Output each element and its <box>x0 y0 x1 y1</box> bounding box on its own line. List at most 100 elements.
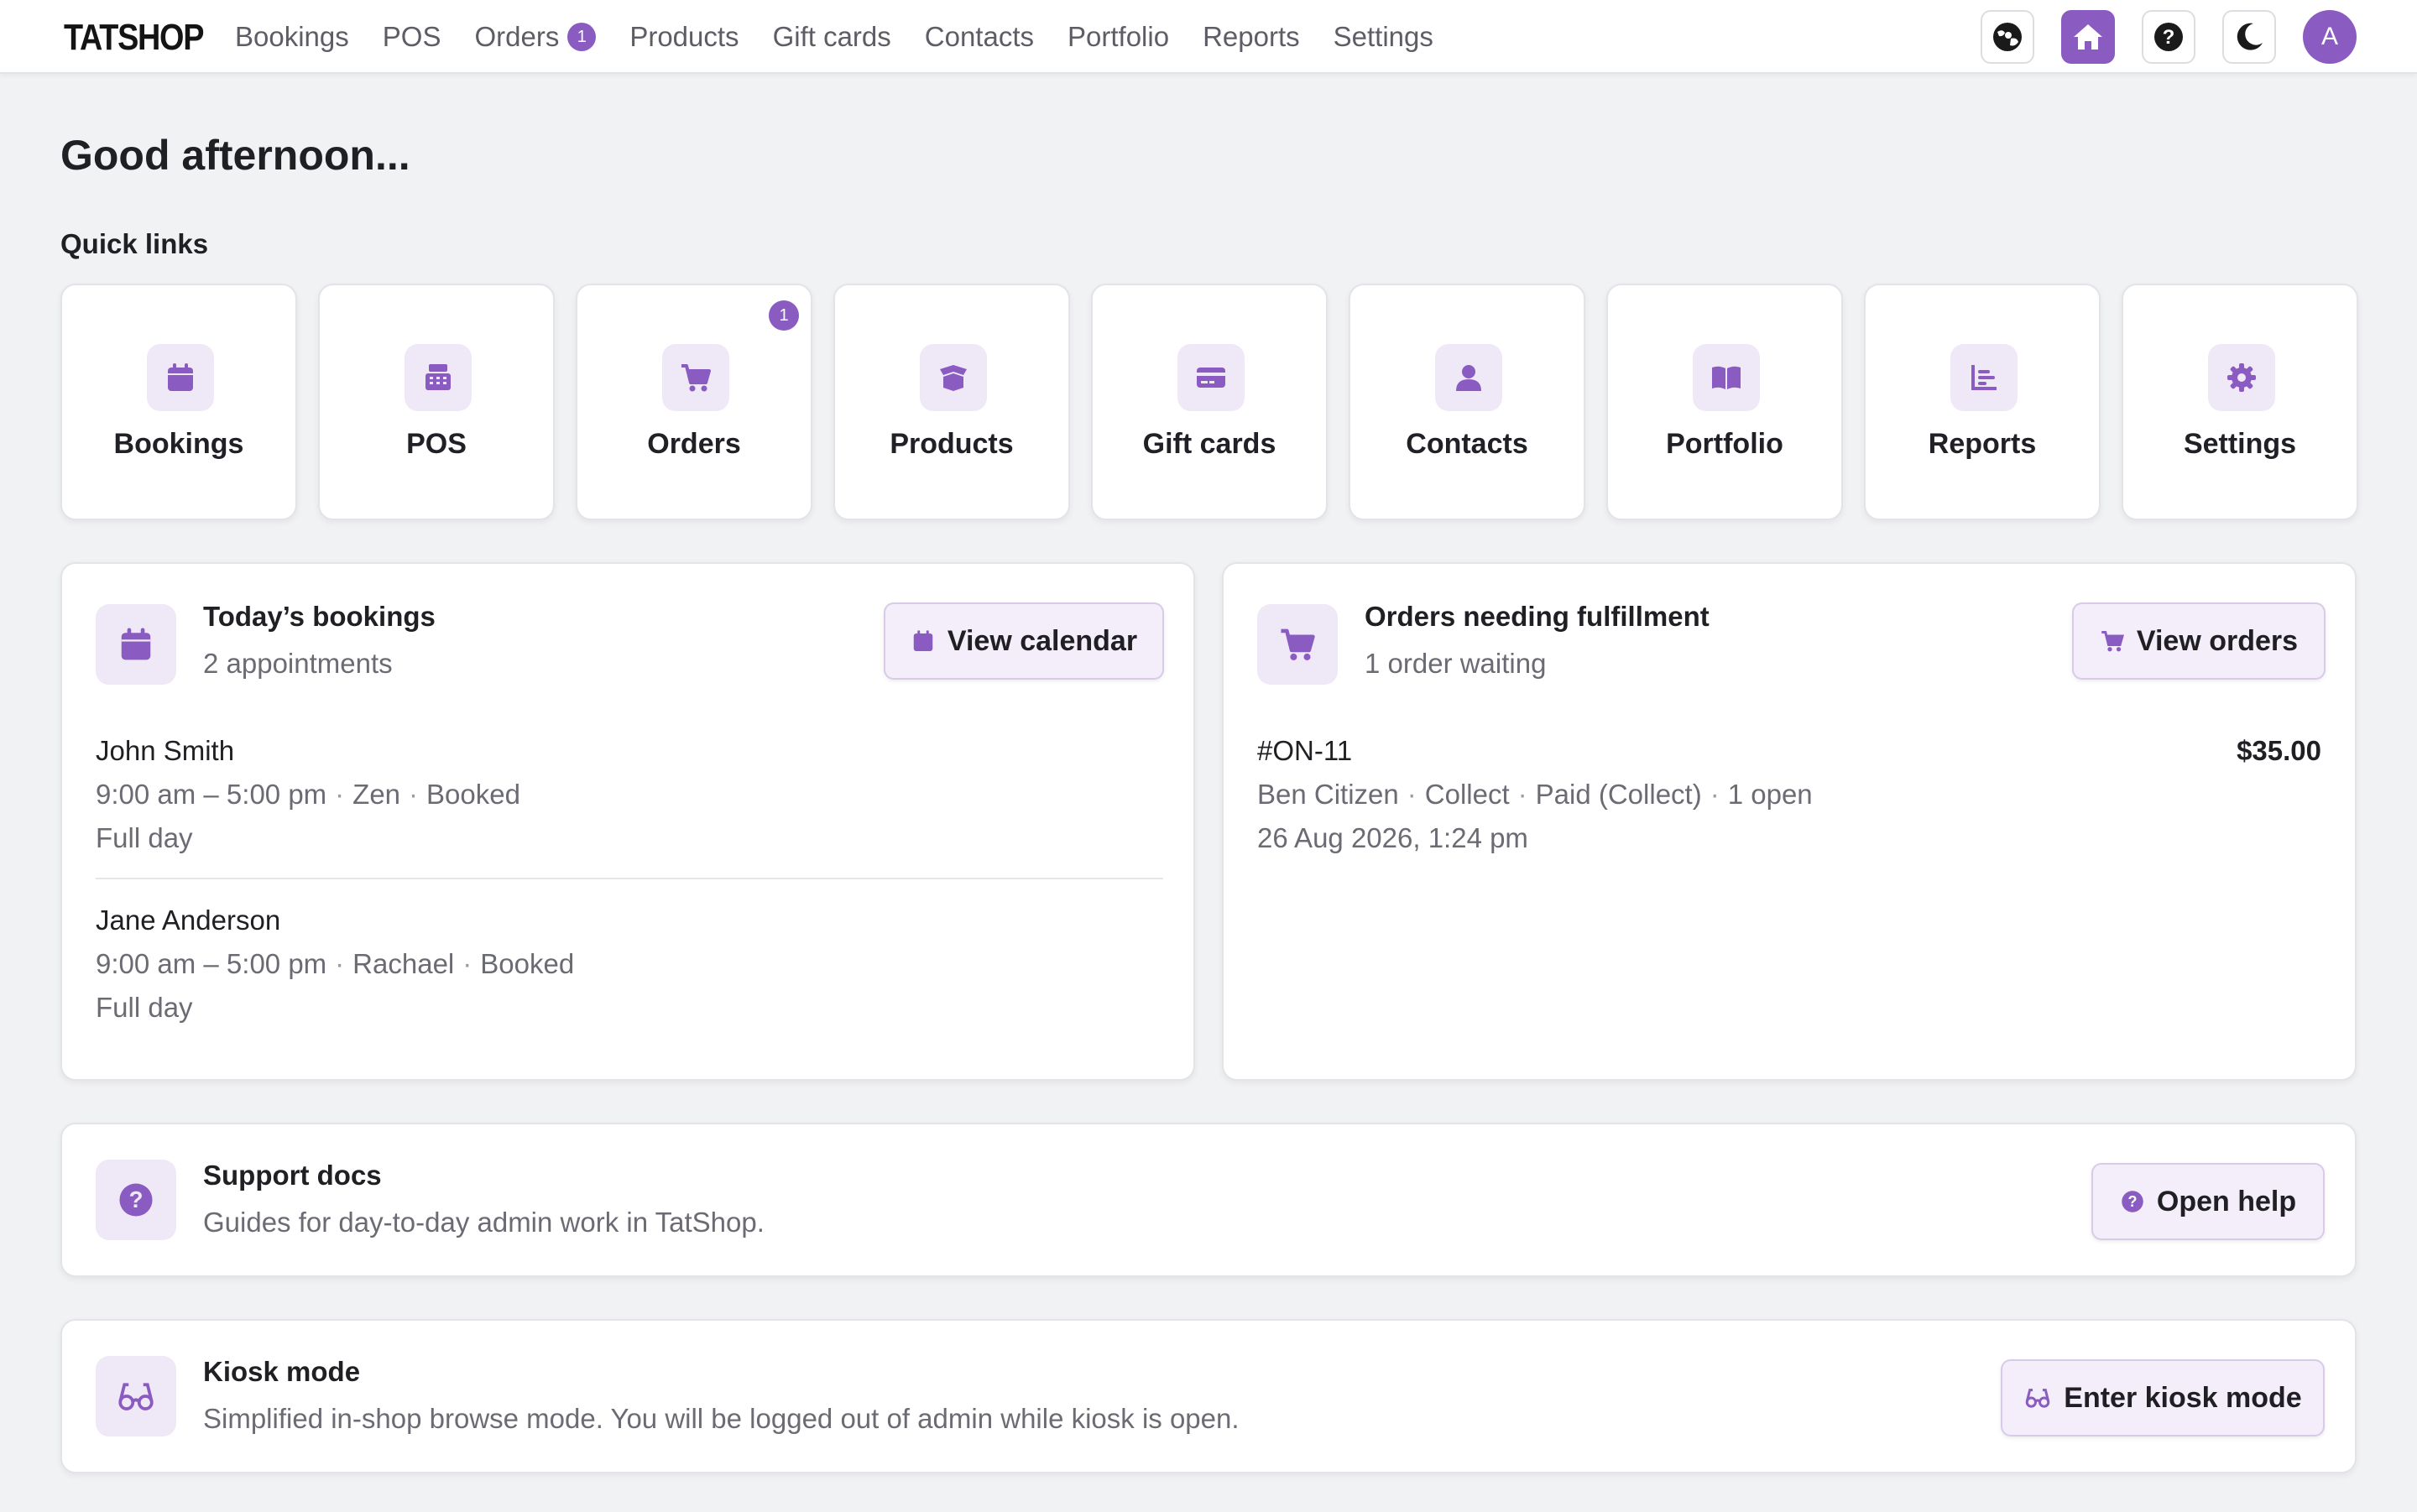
booking-duration: Full day <box>96 822 193 853</box>
quick-link-label: Portfolio <box>1666 428 1783 460</box>
card-title: Today’s bookings <box>203 601 436 632</box>
home-button[interactable] <box>2061 10 2115 64</box>
glasses-icon <box>2026 1389 2050 1408</box>
calendar-icon <box>96 604 176 685</box>
nav-item-label: Gift cards <box>772 21 891 52</box>
orders-count-badge: 1 <box>769 300 799 331</box>
quick-link-reports[interactable]: Reports <box>1864 284 2101 520</box>
button-label: Enter kiosk mode <box>2064 1381 2302 1414</box>
booking-customer-name[interactable]: John Smith <box>96 735 234 767</box>
moon-icon <box>2237 23 2263 50</box>
help-icon: ? <box>2122 1191 2143 1212</box>
svg-text:?: ? <box>129 1186 144 1212</box>
quick-link-gift-cards[interactable]: Gift cards <box>1091 284 1328 520</box>
help-icon: ? <box>2154 23 2183 51</box>
order-method: Collect <box>1424 779 1510 810</box>
quick-link-label: Contacts <box>1406 428 1528 460</box>
quick-link-label: Orders <box>647 428 741 460</box>
nav-item-gift-cards[interactable]: Gift cards <box>773 21 891 53</box>
calendar-icon <box>913 630 933 651</box>
nav-item-contacts[interactable]: Contacts <box>925 21 1034 53</box>
booking-staff: Zen <box>352 779 401 810</box>
brand-logo[interactable]: TATSHOP <box>64 17 204 59</box>
quick-link-label: Reports <box>1928 428 2037 460</box>
nav-item-bookings[interactable]: Bookings <box>235 21 349 53</box>
calendar-icon <box>147 344 214 411</box>
nav-item-label: Bookings <box>235 21 349 52</box>
order-details: Ben Citizen · Collect · Paid (Collect) · 1 ope… <box>1257 779 1813 810</box>
view-calendar-button[interactable]: View calendar <box>884 602 1164 680</box>
nav-item-label: Settings <box>1333 21 1433 52</box>
nav-item-products[interactable]: Products <box>629 21 739 53</box>
view-orders-button[interactable]: View orders <box>2072 602 2326 680</box>
order-date: 26 Aug 2026, 1:24 pm <box>1257 822 1528 853</box>
bar-chart-icon <box>1950 344 2018 411</box>
booking-status: Booked <box>426 779 520 810</box>
todays-bookings-card: Today’s bookings 2 appointments View cal… <box>60 562 1195 1081</box>
orders-count-badge: 1 <box>567 23 597 51</box>
svg-text:?: ? <box>2127 1193 2137 1210</box>
divider <box>96 878 1163 879</box>
card-subtitle: 2 appointments <box>203 648 393 679</box>
nav-item-label: Products <box>629 21 739 52</box>
quick-link-settings[interactable]: Settings <box>2122 284 2358 520</box>
quick-link-pos[interactable]: POS <box>318 284 555 520</box>
order-payment-status: Paid (Collect) <box>1535 779 1702 810</box>
gear-icon <box>2208 344 2275 411</box>
quick-link-label: Gift cards <box>1142 428 1276 460</box>
dark-mode-toggle[interactable] <box>2222 10 2276 64</box>
home-icon <box>2074 24 2102 50</box>
card-subtitle: Guides for day-to-day admin work in TatS… <box>203 1207 765 1238</box>
globe-user-icon <box>1993 23 2022 51</box>
booking-customer-name[interactable]: Jane Anderson <box>96 905 280 936</box>
card-subtitle: 1 order waiting <box>1365 648 1547 679</box>
quick-link-products[interactable]: Products <box>833 284 1070 520</box>
quick-link-orders[interactable]: 1 Orders <box>576 284 812 520</box>
order-number[interactable]: #ON-11 <box>1257 735 1352 767</box>
button-label: View orders <box>2136 624 2299 657</box>
quick-link-label: Bookings <box>113 428 244 460</box>
card-title: Kiosk mode <box>203 1356 361 1387</box>
booking-time: 9:00 am – 5:00 pm <box>96 779 327 810</box>
quick-link-bookings[interactable]: Bookings <box>60 284 297 520</box>
nav-item-label: Reports <box>1203 21 1300 52</box>
booking-details: 9:00 am – 5:00 pm · Zen · Booked <box>96 779 520 810</box>
open-help-button[interactable]: ? Open help <box>2091 1163 2325 1240</box>
globe-user-button[interactable] <box>1981 10 2034 64</box>
user-avatar[interactable]: A <box>2303 10 2357 64</box>
svg-text:?: ? <box>2163 26 2175 49</box>
kiosk-mode-card: Kiosk mode Simplified in-shop browse mod… <box>60 1319 2357 1473</box>
enter-kiosk-mode-button[interactable]: Enter kiosk mode <box>2001 1359 2325 1436</box>
quick-links-heading: Quick links <box>60 228 209 259</box>
nav-item-portfolio[interactable]: Portfolio <box>1068 21 1169 53</box>
button-label: Open help <box>2156 1185 2297 1217</box>
card-title: Orders needing fulfillment <box>1365 601 1710 632</box>
glasses-icon <box>96 1356 176 1436</box>
booking-status: Booked <box>480 948 575 979</box>
cart-icon <box>2101 631 2124 652</box>
help-icon: ? <box>96 1160 176 1240</box>
book-icon <box>1693 344 1760 411</box>
booking-staff: Rachael <box>352 948 455 979</box>
box-icon <box>920 344 987 411</box>
quick-link-portfolio[interactable]: Portfolio <box>1606 284 1843 520</box>
help-button[interactable]: ? <box>2142 10 2195 64</box>
user-icon <box>1435 344 1502 411</box>
credit-card-icon <box>1177 344 1245 411</box>
quick-link-contacts[interactable]: Contacts <box>1349 284 1585 520</box>
quick-link-label: POS <box>406 428 467 460</box>
nav-item-label: Portfolio <box>1068 21 1170 52</box>
nav-item-settings[interactable]: Settings <box>1334 21 1433 53</box>
booking-duration: Full day <box>96 992 193 1023</box>
booking-details: 9:00 am – 5:00 pm · Rachael · Booked <box>96 948 575 979</box>
order-total: $35.00 <box>2237 735 2321 766</box>
cash-register-icon <box>405 344 472 411</box>
quick-link-label: Settings <box>2183 428 2297 460</box>
nav-item-reports[interactable]: Reports <box>1203 21 1300 53</box>
nav-item-pos[interactable]: POS <box>383 21 441 53</box>
order-customer: Ben Citizen <box>1257 779 1399 810</box>
top-navigation-bar: TATSHOP Bookings POS Orders 1 Products Gi… <box>0 0 2417 74</box>
page-greeting: Good afternoon... <box>60 132 410 179</box>
nav-item-orders[interactable]: Orders 1 <box>474 21 597 53</box>
card-subtitle: Simplified in-shop browse mode. You will… <box>203 1403 1240 1434</box>
